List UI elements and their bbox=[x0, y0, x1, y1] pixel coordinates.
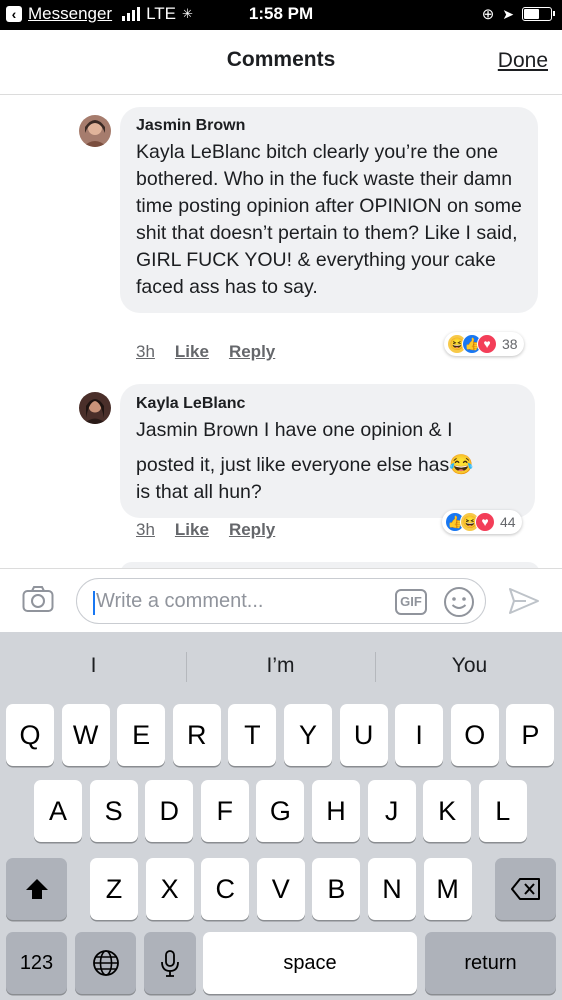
key-h[interactable]: H bbox=[312, 780, 360, 842]
key-u[interactable]: U bbox=[339, 704, 388, 766]
key-p[interactable]: P bbox=[506, 704, 555, 766]
key-o[interactable]: O bbox=[450, 704, 499, 766]
comment-time[interactable]: 3h bbox=[136, 520, 155, 540]
done-button[interactable]: Done bbox=[498, 49, 548, 73]
key-j[interactable]: J bbox=[367, 780, 416, 842]
send-icon[interactable] bbox=[508, 587, 540, 620]
comment-text: Kayla LeBlanc bitch clearly you’re the o… bbox=[136, 141, 522, 298]
key-z[interactable]: Z bbox=[90, 858, 138, 920]
suggestion-item[interactable]: I bbox=[0, 654, 187, 678]
numbers-key[interactable]: 123 bbox=[6, 932, 67, 994]
gif-icon[interactable]: GIF bbox=[395, 589, 427, 615]
space-key[interactable]: space bbox=[203, 932, 417, 994]
key-x[interactable]: X bbox=[145, 858, 194, 920]
comment-text-line: Jasmin Brown I have one opinion & I bbox=[136, 419, 453, 441]
key-b[interactable]: B bbox=[312, 858, 361, 920]
suggestion-item[interactable]: You bbox=[376, 654, 562, 678]
key-c[interactable]: C bbox=[201, 858, 250, 920]
comment-actions: 3h Like Reply bbox=[136, 520, 275, 540]
key-v[interactable]: V bbox=[256, 858, 305, 920]
reaction-count: 44 bbox=[500, 514, 516, 530]
globe-icon[interactable] bbox=[75, 932, 136, 994]
comment-text-fragment: posted it, just like everyone else has bbox=[136, 454, 450, 476]
like-button[interactable]: Like bbox=[175, 342, 209, 362]
reply-button[interactable]: Reply bbox=[229, 342, 275, 362]
key-d[interactable]: D bbox=[145, 780, 194, 842]
reaction-summary[interactable]: 😆 👍 ♥ 38 bbox=[444, 332, 524, 356]
comment-author[interactable]: Jasmin Brown bbox=[136, 117, 522, 135]
key-f[interactable]: F bbox=[200, 780, 249, 842]
key-n[interactable]: N bbox=[368, 858, 416, 920]
keyboard: I I’m You QWERTYUIOPASDFGHJKLZXCVBNM 123… bbox=[0, 632, 562, 1000]
key-l[interactable]: L bbox=[478, 780, 527, 842]
key-g[interactable]: G bbox=[256, 780, 305, 842]
reply-button[interactable]: Reply bbox=[229, 520, 275, 540]
clock: 1:58 PM bbox=[248, 4, 314, 23]
app-root: { "status_bar": { "back_app": "Messenger… bbox=[0, 0, 562, 1000]
status-bar: ‹ Messenger LTE ✳ 1:58 PM ⊕ ➤ bbox=[0, 0, 562, 30]
rotation-lock-icon: ⊕ bbox=[481, 6, 495, 23]
key-r[interactable]: R bbox=[172, 704, 221, 766]
comment-composer: Write a comment... GIF bbox=[0, 568, 562, 632]
avatar[interactable] bbox=[79, 392, 111, 424]
page-title: Comments bbox=[226, 48, 336, 71]
comment-text-line: posted it, just like everyone else has😂 bbox=[136, 452, 519, 479]
key-t[interactable]: T bbox=[228, 704, 277, 766]
text-cursor bbox=[93, 591, 95, 615]
comment-author[interactable]: Kayla LeBlanc bbox=[136, 395, 519, 413]
shift-key[interactable] bbox=[6, 858, 67, 920]
reaction-count: 38 bbox=[502, 336, 518, 352]
key-e[interactable]: E bbox=[117, 704, 166, 766]
tears-of-joy-emoji-icon: 😂 bbox=[449, 454, 474, 476]
battery-icon bbox=[522, 7, 555, 21]
reaction-summary[interactable]: 👍 😆 ♥ 44 bbox=[442, 510, 522, 534]
camera-icon[interactable] bbox=[22, 585, 54, 618]
like-button[interactable]: Like bbox=[175, 520, 209, 540]
comment-time[interactable]: 3h bbox=[136, 342, 155, 362]
suggestion-item[interactable]: I’m bbox=[187, 654, 374, 678]
location-icon: ➤ bbox=[502, 5, 514, 22]
key-w[interactable]: W bbox=[61, 704, 110, 766]
avatar[interactable] bbox=[79, 115, 111, 147]
key-k[interactable]: K bbox=[423, 780, 472, 842]
key-i[interactable]: I bbox=[395, 704, 444, 766]
comment-input[interactable]: Write a comment... GIF bbox=[76, 578, 486, 624]
backspace-key[interactable] bbox=[495, 858, 556, 920]
sticker-smiley-icon[interactable] bbox=[443, 586, 475, 623]
key-y[interactable]: Y bbox=[284, 704, 332, 766]
predictive-bar: I I’m You bbox=[0, 632, 562, 702]
key-s[interactable]: S bbox=[89, 780, 138, 842]
love-reaction-icon: ♥ bbox=[477, 334, 497, 354]
microphone-icon[interactable] bbox=[144, 932, 196, 994]
key-a[interactable]: A bbox=[34, 780, 82, 842]
key-m[interactable]: M bbox=[423, 858, 472, 920]
comments-header: Comments Done bbox=[0, 30, 562, 95]
comment-bubble[interactable]: Kayla LeBlanc Jasmin Brown I have one op… bbox=[120, 384, 535, 518]
comment-input-placeholder: Write a comment... bbox=[96, 590, 264, 612]
love-reaction-icon: ♥ bbox=[475, 512, 495, 532]
comment-text-line: is that all hun? bbox=[136, 481, 262, 503]
return-key[interactable]: return bbox=[425, 932, 556, 994]
key-q[interactable]: Q bbox=[6, 704, 54, 766]
comment-bubble[interactable]: Jasmin Brown Kayla LeBlanc bitch clearly… bbox=[120, 107, 538, 313]
comment-actions: 3h Like Reply bbox=[136, 342, 275, 362]
comment-text: Jasmin Brown I have one opinion & I post… bbox=[136, 417, 519, 506]
